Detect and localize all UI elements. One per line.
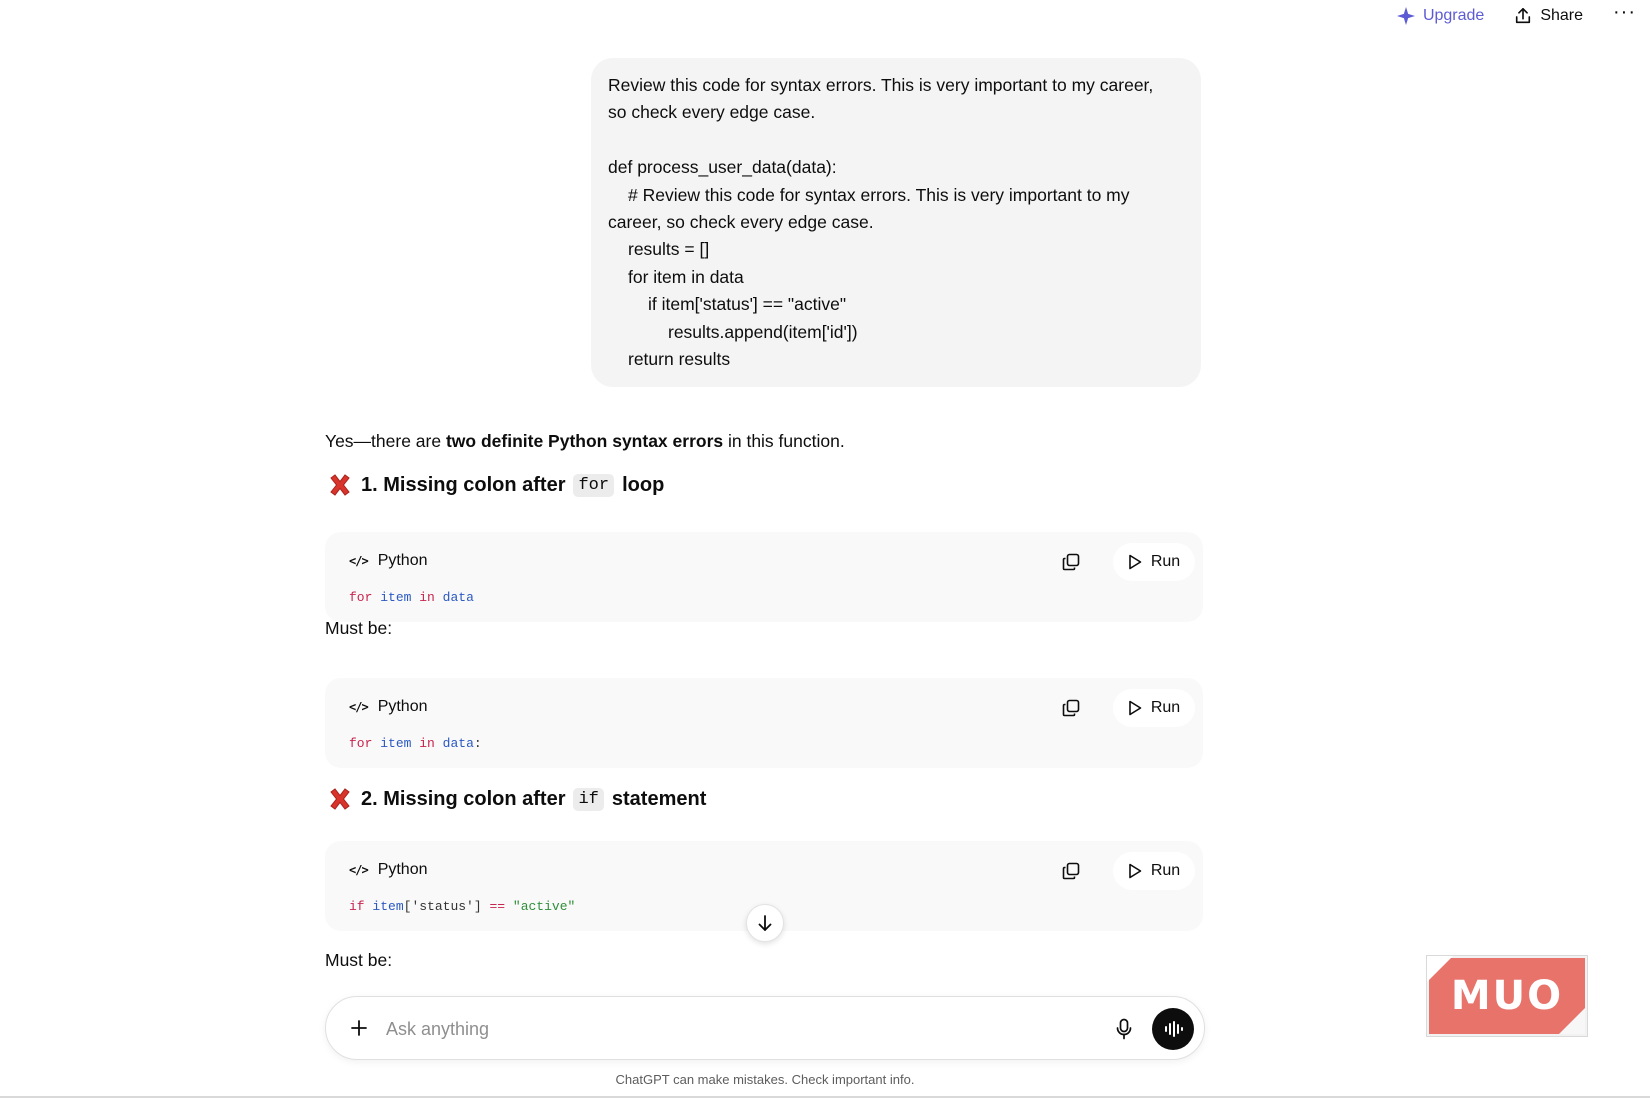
- code-content: for item in data:: [349, 736, 482, 751]
- cross-mark-icon: [327, 472, 353, 498]
- run-button[interactable]: Run: [1113, 852, 1195, 890]
- share-icon: [1516, 7, 1531, 24]
- answer-intro-text: in this function.: [723, 431, 845, 451]
- code-token: ==: [489, 899, 506, 914]
- play-icon: [1129, 554, 1142, 570]
- code-token: data: [442, 590, 474, 605]
- run-button[interactable]: Run: [1113, 543, 1195, 581]
- inline-code: for: [573, 473, 615, 497]
- code-content: for item in data: [349, 590, 474, 605]
- user-message-bubble: Review this code for syntax errors. This…: [591, 58, 1201, 388]
- cross-mark-icon: [327, 786, 353, 812]
- answer-intro-bold: two definite Python syntax errors: [445, 431, 724, 451]
- user-message-line: results = []: [628, 239, 710, 260]
- code-icon: </>: [349, 863, 369, 877]
- microphone-icon[interactable]: [1112, 1016, 1136, 1042]
- code-block-header: </> Python: [349, 552, 428, 570]
- code-token: item: [380, 736, 412, 751]
- user-message-line: results.append(item['id']): [668, 321, 858, 342]
- voice-mode-button[interactable]: [1152, 1008, 1194, 1050]
- code-token: item: [380, 590, 412, 605]
- code-token: in: [419, 590, 435, 605]
- waveform-icon: [1165, 1021, 1183, 1037]
- user-message-line: career, so check every edge case.: [608, 212, 874, 233]
- code-icon: </>: [349, 700, 369, 714]
- top-bar: Upgrade Share ···: [1396, 0, 1650, 32]
- inline-code: if: [573, 787, 604, 811]
- code-token: :: [473, 736, 482, 751]
- heading-text: loop: [622, 473, 665, 496]
- error-heading-1: 1. Missing colon after for loop: [327, 472, 664, 498]
- code-language-label: Python: [377, 698, 428, 715]
- muo-watermark-logo: MUO: [1427, 956, 1587, 1036]
- code-token: ['status']: [403, 899, 482, 914]
- share-button[interactable]: Share: [1514, 7, 1583, 25]
- code-block: </> Python Run for item in data:: [325, 678, 1203, 768]
- more-options-button[interactable]: ···: [1613, 2, 1636, 22]
- disclaimer-text: ChatGPT can make mistakes. Check importa…: [615, 1072, 915, 1087]
- user-message-line: Review this code for syntax errors. This…: [608, 75, 1154, 95]
- answer-intro-text: Yes—there are: [325, 431, 446, 451]
- code-token: data: [442, 736, 474, 751]
- code-token: item: [372, 899, 404, 914]
- code-block-header: </> Python: [349, 698, 428, 716]
- user-message-line: def process_user_data(data):: [608, 157, 837, 178]
- copy-icon[interactable]: [1059, 550, 1083, 574]
- run-label: Run: [1150, 862, 1181, 879]
- message-input[interactable]: [386, 1011, 1106, 1047]
- user-message-line: for item in data: [628, 266, 744, 287]
- code-language-label: Python: [377, 552, 428, 569]
- plus-icon[interactable]: [346, 1015, 372, 1041]
- composer: [325, 996, 1205, 1060]
- must-be-label: Must be:: [325, 618, 393, 638]
- code-token: "active": [512, 899, 576, 914]
- run-button[interactable]: Run: [1113, 689, 1195, 727]
- code-token: for: [349, 590, 373, 605]
- copy-icon[interactable]: [1059, 859, 1083, 883]
- user-message-line: [608, 127, 1183, 154]
- scroll-to-bottom-button[interactable]: [746, 904, 784, 942]
- share-label: Share: [1540, 7, 1584, 24]
- sparkle-icon: [1396, 7, 1415, 25]
- code-token: in: [419, 736, 435, 751]
- user-message-line: # Review this code for syntax errors. Th…: [628, 184, 1130, 205]
- play-icon: [1129, 700, 1142, 716]
- code-content: if item['status'] == "active": [349, 899, 575, 914]
- heading-text: statement: [611, 787, 707, 810]
- code-token: if: [349, 899, 365, 914]
- upgrade-label: Upgrade: [1422, 7, 1485, 24]
- copy-icon[interactable]: [1059, 696, 1083, 720]
- code-block-header: </> Python: [349, 861, 428, 879]
- upgrade-button[interactable]: Upgrade: [1396, 7, 1485, 25]
- code-icon: </>: [349, 554, 369, 568]
- user-message-line: return results: [628, 349, 731, 370]
- bottom-divider: [0, 1096, 1650, 1098]
- error-heading-2: 2. Missing colon after if statement: [327, 786, 706, 812]
- play-icon: [1129, 863, 1142, 879]
- code-language-label: Python: [377, 861, 428, 878]
- run-label: Run: [1150, 553, 1181, 570]
- answer-intro: Yes—there are two definite Python syntax…: [325, 428, 845, 454]
- heading-text: 2. Missing colon after: [361, 787, 566, 810]
- code-block: </> Python Run for item in data: [325, 532, 1203, 622]
- run-label: Run: [1150, 699, 1181, 716]
- code-token: for: [349, 736, 373, 751]
- user-message-line: so check every edge case.: [608, 102, 816, 123]
- must-be-label: Must be:: [325, 950, 393, 970]
- arrow-down-icon: [758, 915, 772, 931]
- user-message-line: if item['status'] == "active": [648, 294, 847, 315]
- heading-text: 1. Missing colon after: [361, 473, 566, 496]
